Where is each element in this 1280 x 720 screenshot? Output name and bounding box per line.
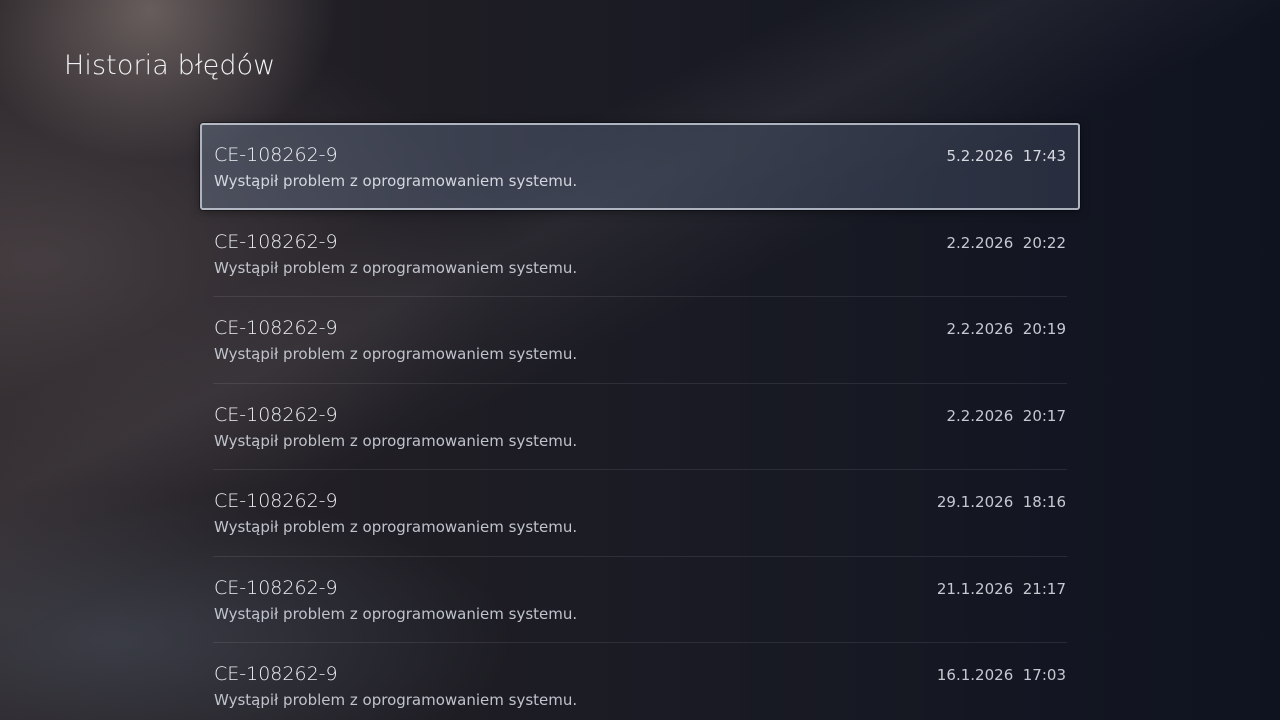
error-timestamp: 29.1.2026 18:16 [936, 493, 1066, 511]
error-timestamp: 16.1.2026 17:03 [936, 666, 1066, 684]
error-history-list: CE-108262-9 Wystąpił problem z oprogramo… [200, 123, 1080, 720]
error-list-item[interactable]: CE-108262-9 Wystąpił problem z oprogramo… [200, 469, 1080, 556]
error-description: Wystąpił problem z oprogramowaniem syste… [214, 258, 578, 277]
error-list-item[interactable]: CE-108262-9 Wystąpił problem z oprogramo… [200, 555, 1080, 643]
error-description: Wystąpił problem z oprogramowaniem syste… [214, 431, 578, 450]
error-list-item[interactable]: CE-108262-9 Wystąpił problem z oprogramo… [200, 296, 1080, 383]
error-timestamp: 2.2.2026 20:19 [946, 320, 1066, 338]
error-timestamp: 21.1.2026 21:17 [936, 579, 1066, 598]
error-code: CE-108262-9 [214, 317, 338, 339]
error-timestamp: 2.2.2026 20:17 [946, 406, 1066, 425]
error-timestamp: 2.2.2026 20:22 [946, 233, 1066, 252]
error-description: Wystąpił problem z oprogramowaniem syste… [214, 518, 578, 536]
error-code: CE-108262-9 [214, 663, 338, 685]
error-list-item[interactable]: CE-108262-9 Wystąpił problem z oprogramo… [200, 123, 1080, 210]
error-description: Wystąpił problem z oprogramowaniem syste… [214, 172, 578, 190]
error-list-item[interactable]: CE-108262-9 Wystąpił problem z oprogramo… [200, 642, 1080, 720]
error-code: CE-108262-9 [214, 144, 338, 166]
error-description: Wystąpił problem z oprogramowaniem syste… [214, 604, 578, 623]
error-code: CE-108262-9 [214, 230, 338, 253]
error-timestamp: 5.2.2026 17:43 [946, 147, 1066, 165]
error-code: CE-108262-9 [214, 403, 338, 426]
error-list-item[interactable]: CE-108262-9 Wystąpił problem z oprogramo… [200, 382, 1080, 470]
error-list-item[interactable]: CE-108262-9 Wystąpił problem z oprogramo… [200, 210, 1080, 297]
error-code: CE-108262-9 [214, 490, 338, 512]
error-code: CE-108262-9 [214, 576, 338, 599]
error-description: Wystąpił problem z oprogramowaniem syste… [214, 345, 578, 363]
page-title: Historia błędów [64, 50, 276, 81]
error-description: Wystąpił problem z oprogramowaniem syste… [214, 691, 578, 709]
